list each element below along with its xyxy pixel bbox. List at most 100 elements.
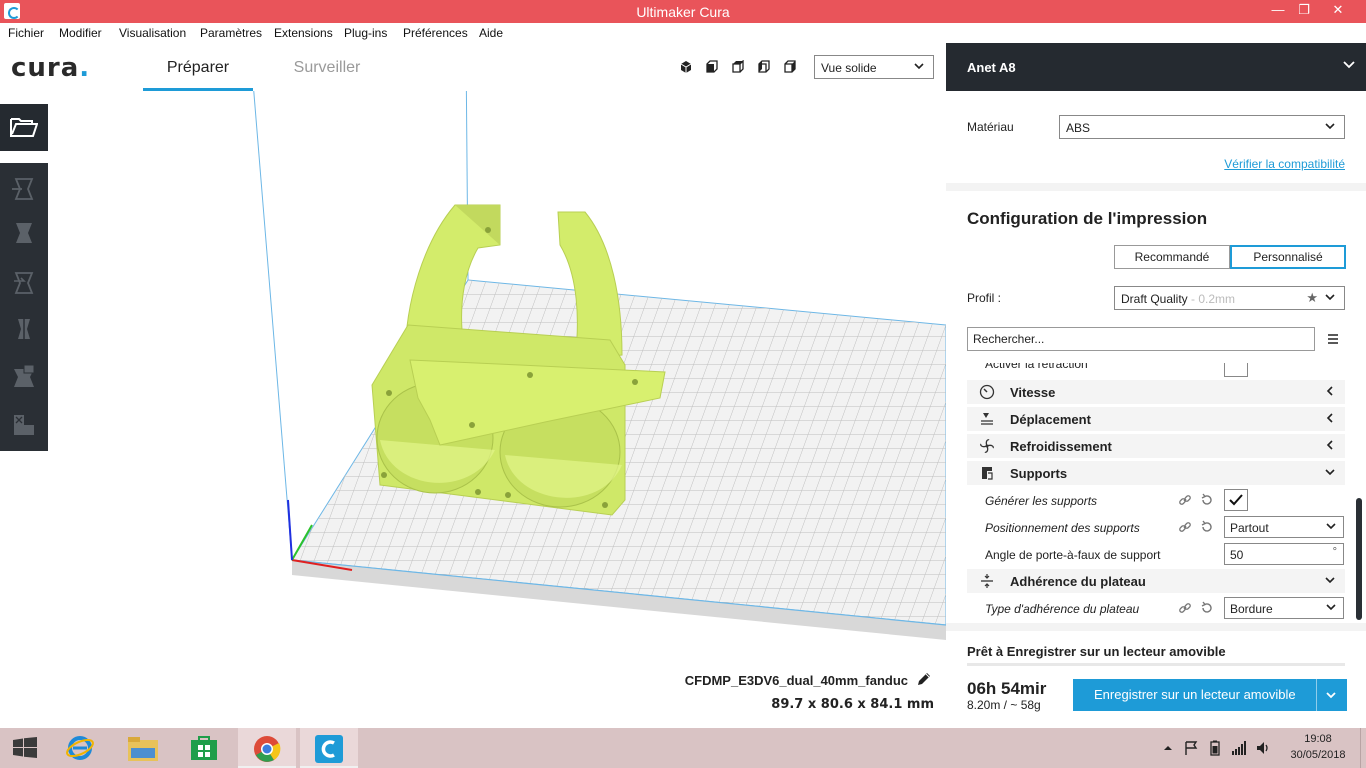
select-value: Bordure	[1230, 602, 1273, 616]
support-placement-select[interactable]: Partout	[1224, 516, 1344, 538]
z-axis	[287, 499, 293, 561]
show-desktop-button[interactable]	[1360, 728, 1366, 768]
star-icon[interactable]: ★	[1306, 290, 1318, 306]
divider	[946, 183, 1366, 191]
settings-scrollbar[interactable]	[1356, 498, 1362, 620]
retraction-checkbox[interactable]	[1224, 363, 1248, 377]
model-fan-duct[interactable]	[371, 204, 666, 516]
start-button[interactable]	[0, 728, 58, 768]
menu-file[interactable]: Fichier	[8, 26, 44, 40]
check-compatibility-link[interactable]: Vérifier la compatibilité	[1224, 157, 1345, 171]
cura-logo: cura.	[11, 53, 91, 83]
3d-viewport[interactable]	[0, 91, 946, 728]
mirror-tool-icon[interactable]	[10, 315, 38, 343]
view-3d-icon[interactable]	[679, 60, 693, 74]
taskbar-file-explorer[interactable]	[114, 728, 172, 768]
tab-monitor[interactable]: Surveiller	[272, 59, 382, 77]
menu-plugins[interactable]: Plug-ins	[344, 26, 387, 40]
view-mode-select[interactable]: Vue solide	[814, 55, 934, 79]
title-bar: Ultimaker Cura — ❐ ✕	[0, 0, 1366, 23]
menu-view[interactable]: Visualisation	[119, 26, 186, 40]
chevron-down-icon	[1326, 523, 1336, 530]
travel-icon	[981, 413, 993, 425]
adhesion-type-select[interactable]: Bordure	[1224, 597, 1344, 619]
category-travel[interactable]: Déplacement	[967, 407, 1345, 431]
category-cooling[interactable]: Refroidissement	[967, 434, 1345, 458]
chevron-down-icon	[1325, 469, 1335, 476]
tab-custom[interactable]: Personnalisé	[1230, 245, 1346, 269]
view-right-icon[interactable]	[783, 60, 797, 74]
menu-preferences[interactable]: Préférences	[403, 26, 468, 40]
chevron-down-icon	[914, 63, 924, 70]
printer-selector[interactable]: Anet A8	[946, 43, 1366, 91]
support-icon	[982, 467, 993, 480]
category-label: Déplacement	[1010, 412, 1091, 427]
model-dimensions: 89.7 x 80.6 x 84.1 mm	[771, 697, 934, 712]
header: cura. Préparer Surveiller Vue solide	[0, 43, 946, 91]
menu-settings[interactable]: Paramètres	[200, 26, 262, 40]
battery-icon[interactable]	[1207, 740, 1223, 756]
taskbar-cura[interactable]	[300, 728, 358, 768]
speedometer-icon	[979, 384, 995, 400]
generate-support-checkbox[interactable]	[1224, 489, 1248, 511]
signal-icon[interactable]	[1231, 740, 1247, 756]
category-label: Supports	[1010, 466, 1068, 481]
chevron-up-icon[interactable]	[1160, 740, 1176, 756]
move-tool-icon[interactable]	[10, 175, 38, 203]
chevron-down-icon	[1326, 604, 1336, 611]
category-speed[interactable]: Vitesse	[967, 380, 1345, 404]
menu-help[interactable]: Aide	[479, 26, 503, 40]
per-model-settings-icon[interactable]	[10, 363, 38, 391]
rotate-tool-icon[interactable]	[10, 269, 38, 297]
category-label: Refroidissement	[1010, 439, 1112, 454]
volume-edge	[253, 91, 293, 561]
clock-date[interactable]: 30/05/2018	[1288, 749, 1348, 761]
flag-icon[interactable]	[1183, 740, 1199, 756]
select-value: Partout	[1230, 521, 1269, 535]
menu-edit[interactable]: Modifier	[59, 26, 102, 40]
scale-tool-icon[interactable]	[10, 219, 38, 247]
build-plate-scene	[253, 91, 946, 640]
save-to-removable-button[interactable]: Enregistrer sur un lecteur amovible	[1073, 679, 1347, 711]
link-icon[interactable]	[1178, 520, 1192, 534]
profile-select[interactable]: Draft Quality - 0.2mm ★	[1114, 286, 1345, 310]
setting-row-support-placement: Positionnement des supports Partout	[967, 515, 1345, 539]
setting-label: Positionnement des supports	[985, 521, 1140, 535]
volume-icon[interactable]	[1255, 740, 1271, 756]
open-file-button[interactable]	[0, 104, 48, 151]
hamburger-menu-icon[interactable]	[1327, 333, 1339, 345]
reset-icon[interactable]	[1200, 601, 1214, 615]
setting-label: Générer les supports	[985, 494, 1098, 508]
chevron-down-icon[interactable]	[1324, 688, 1338, 702]
overhang-angle-input[interactable]: 50 °	[1224, 543, 1344, 565]
chevron-down-icon	[1325, 294, 1335, 301]
view-front-icon[interactable]	[705, 60, 719, 74]
maximize-button[interactable]: ❐	[1289, 0, 1319, 22]
menu-extensions[interactable]: Extensions	[274, 26, 333, 40]
material-select[interactable]: ABS	[1059, 115, 1345, 139]
setting-row-generate-support: Générer les supports	[967, 488, 1345, 512]
unit-label: °	[1332, 546, 1337, 558]
reset-icon[interactable]	[1200, 493, 1214, 507]
support-blocker-icon[interactable]	[10, 411, 38, 439]
taskbar-store[interactable]	[175, 728, 233, 768]
link-icon[interactable]	[1178, 493, 1192, 507]
reset-icon[interactable]	[1200, 520, 1214, 534]
view-top-icon[interactable]	[731, 60, 745, 74]
category-support[interactable]: Supports	[967, 461, 1345, 485]
taskbar-chrome[interactable]	[238, 728, 296, 768]
taskbar-internet-explorer[interactable]	[52, 728, 110, 768]
tab-recommended[interactable]: Recommandé	[1114, 245, 1230, 269]
chevron-left-icon	[1326, 413, 1333, 423]
settings-search-input[interactable]: Rechercher...	[967, 327, 1315, 351]
category-adhesion[interactable]: Adhérence du plateau	[967, 569, 1345, 593]
tab-prepare[interactable]: Préparer	[143, 59, 253, 91]
link-icon[interactable]	[1178, 601, 1192, 615]
chevron-down-icon	[1325, 577, 1335, 584]
save-button-label: Enregistrer sur un lecteur amovible	[1094, 687, 1296, 702]
clock-time[interactable]: 19:08	[1288, 733, 1348, 745]
close-button[interactable]: ✕	[1323, 0, 1353, 22]
view-left-icon[interactable]	[757, 60, 771, 74]
pencil-icon[interactable]	[916, 671, 932, 687]
profile-label: Profil :	[967, 291, 1002, 305]
